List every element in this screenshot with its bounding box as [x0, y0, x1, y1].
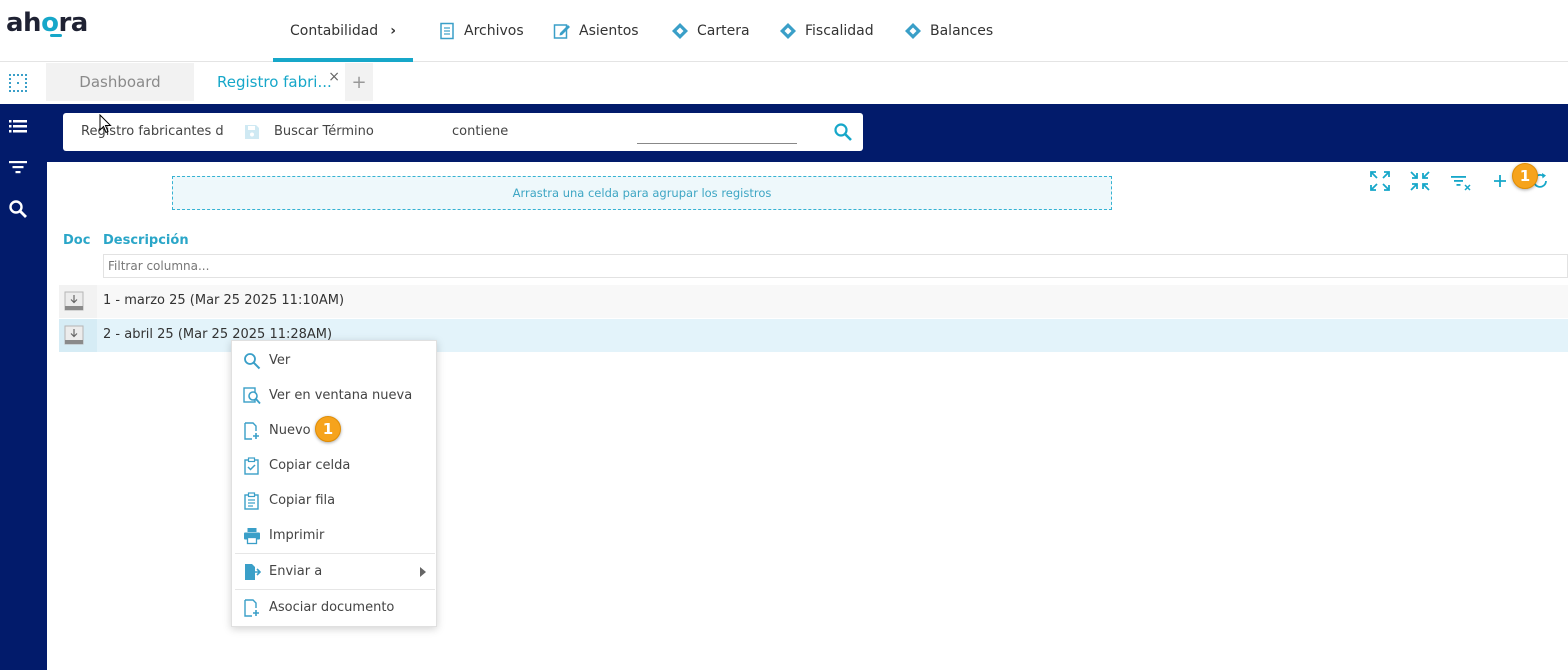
nav-contabilidad-label: Contabilidad — [290, 23, 379, 39]
nav-asientos[interactable]: Asientos — [553, 0, 639, 62]
diamond-icon — [672, 23, 688, 39]
diamond-icon — [905, 23, 921, 39]
menu-item-ver-ventana-nueva[interactable]: Ver en ventana nueva — [232, 378, 438, 413]
nav-fiscalidad[interactable]: Fiscalidad — [779, 0, 874, 62]
menu-item-copiar-fila[interactable]: Copiar fila — [232, 483, 438, 518]
nav-balances-label: Balances — [930, 23, 994, 39]
row-descripcion: 1 - marzo 25 (Mar 25 2025 11:10AM) — [103, 293, 345, 308]
column-header-descripcion[interactable]: Descripción — [103, 233, 189, 248]
tab-dashboard[interactable]: Dashboard — [46, 63, 194, 101]
search-icon[interactable] — [8, 199, 28, 219]
context-menu: Ver Ver en ventana nueva Nuevo Copiar ce… — [231, 340, 437, 627]
nav-contabilidad[interactable]: Contabilidad › — [273, 0, 413, 62]
left-sidebar — [0, 104, 47, 670]
send-icon — [245, 563, 261, 580]
doc-cell[interactable] — [59, 285, 97, 318]
menu-item-ver[interactable]: Ver — [232, 343, 438, 378]
search-icon — [244, 352, 261, 369]
search-bar: Registro fabricantes d Buscar Término co… — [63, 113, 863, 151]
tab-dashboard-label: Dashboard — [79, 73, 161, 91]
nav-cartera-label: Cartera — [697, 23, 750, 39]
clear-filter-icon[interactable] — [1450, 170, 1472, 192]
apps-grid-icon[interactable] — [8, 73, 28, 93]
save-icon[interactable] — [244, 124, 260, 140]
search-icon[interactable] — [833, 122, 853, 142]
download-icon[interactable] — [64, 291, 84, 311]
diamond-icon — [780, 23, 796, 39]
operator-selector[interactable]: contiene — [452, 124, 508, 139]
clipboard-icon — [244, 491, 259, 510]
menu-item-asociar-documento[interactable]: Asociar documento — [232, 590, 438, 625]
submenu-arrow-icon — [420, 566, 426, 577]
step-badge: 1 — [315, 416, 341, 442]
group-drop-zone[interactable]: Arrastra una celda para agrupar los regi… — [172, 176, 1112, 210]
search-value-underline — [637, 143, 797, 144]
group-drop-hint: Arrastra una celda para agrupar los regi… — [512, 186, 772, 200]
nav-balances[interactable]: Balances — [904, 0, 993, 62]
download-icon[interactable] — [64, 325, 84, 345]
column-header-doc[interactable]: Doc — [63, 233, 90, 248]
expand-icon[interactable] — [1369, 170, 1391, 192]
edit-icon — [553, 24, 570, 39]
menu-item-imprimir[interactable]: Imprimir — [232, 518, 438, 553]
collapse-icon[interactable] — [1409, 170, 1431, 192]
top-navigation: ahora Contabilidad › Archivos Asientos C… — [0, 0, 1568, 62]
list-icon[interactable] — [8, 116, 28, 136]
filter-icon[interactable] — [8, 157, 28, 177]
search-term-field[interactable]: Buscar Término — [274, 124, 374, 139]
tab-registro-fabricantes[interactable]: Registro fabri... × — [196, 63, 344, 101]
nav-archivos[interactable]: Archivos — [438, 0, 524, 62]
column-filter-placeholder: Filtrar columna... — [108, 259, 210, 273]
table-row[interactable]: 1 - marzo 25 (Mar 25 2025 11:10AM) — [59, 285, 1568, 318]
add-tab-button[interactable]: + — [345, 63, 373, 101]
add-icon[interactable] — [1489, 170, 1511, 192]
attach-document-icon — [244, 598, 259, 617]
doc-cell[interactable] — [59, 319, 97, 352]
mouse-cursor-icon — [99, 114, 112, 134]
nav-archivos-label: Archivos — [464, 23, 524, 39]
tab-registro-label: Registro fabri... — [217, 73, 332, 91]
plus-icon: + — [351, 71, 367, 93]
ahora-logo[interactable]: ahora — [6, 8, 88, 38]
menu-item-copiar-celda[interactable]: Copiar celda — [232, 448, 438, 483]
document-icon — [440, 22, 454, 40]
nav-asientos-label: Asientos — [579, 23, 639, 39]
printer-icon — [244, 527, 260, 544]
search-window-icon — [243, 386, 261, 404]
chevron-right-icon: › — [390, 23, 396, 39]
clipboard-check-icon — [244, 456, 259, 475]
new-document-icon — [244, 421, 259, 440]
close-tab-icon[interactable]: × — [328, 69, 340, 85]
nav-fiscalidad-label: Fiscalidad — [805, 23, 874, 39]
column-filter-input[interactable]: Filtrar columna... — [103, 254, 1568, 278]
menu-item-enviar-a[interactable]: Enviar a — [232, 554, 438, 589]
nav-cartera[interactable]: Cartera — [671, 0, 750, 62]
step-badge: 1 — [1512, 163, 1538, 189]
